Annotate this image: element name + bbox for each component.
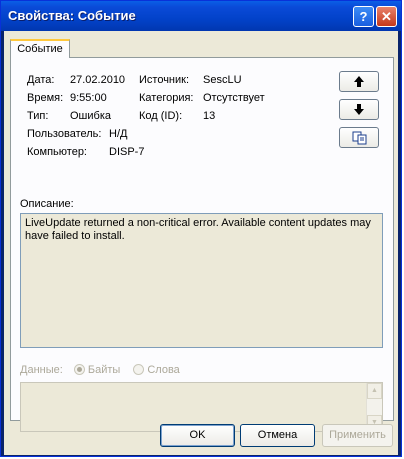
computer-label: Компьютер: — [27, 146, 87, 158]
apply-button[interactable]: Применить — [322, 424, 393, 447]
copy-button[interactable] — [339, 127, 379, 148]
tab-panel-event: Дата: 27.02.2010 Время: 9:55:00 Тип: Оши… — [10, 57, 394, 432]
category-value: Отсутствует — [203, 92, 265, 104]
event-id-label: Код (ID): — [139, 110, 183, 122]
scroll-up-icon[interactable]: ▲ — [367, 383, 382, 399]
ok-button[interactable]: OK — [160, 424, 235, 447]
window-title: Свойства: Событие — [8, 8, 136, 23]
radio-bytes-indicator — [73, 364, 85, 375]
user-label: Пользователь: — [27, 128, 102, 140]
radio-words[interactable]: Слова — [133, 364, 180, 376]
close-button[interactable]: ✕ — [376, 6, 397, 27]
description-label: Описание: — [20, 198, 74, 210]
type-label: Тип: — [27, 110, 49, 122]
date-label: Дата: — [27, 74, 55, 86]
category-label: Категория: — [139, 92, 194, 104]
radio-bytes[interactable]: Байты — [73, 364, 121, 376]
arrow-down-icon — [354, 104, 364, 115]
user-value: Н/Д — [109, 128, 128, 140]
type-value: Ошибка — [70, 110, 111, 122]
next-event-button[interactable] — [339, 99, 379, 120]
radio-words-indicator — [133, 364, 145, 375]
arrow-up-icon — [354, 76, 364, 87]
copy-icon — [352, 131, 367, 145]
source-label: Источник: — [139, 74, 190, 86]
date-value: 27.02.2010 — [70, 74, 126, 86]
source-value: SescLU — [203, 74, 242, 86]
title-bar[interactable]: Свойства: Событие ? ✕ — [1, 1, 401, 31]
description-textbox[interactable]: LiveUpdate returned a non-critical error… — [20, 213, 383, 348]
help-button[interactable]: ? — [353, 6, 374, 27]
time-value: 9:55:00 — [70, 92, 107, 104]
radio-words-label: Слова — [147, 364, 180, 376]
computer-value: DISP-7 — [109, 146, 145, 158]
data-format-row: Данные: Байты Слова — [20, 364, 180, 376]
event-properties-window: Свойства: Событие ? ✕ Событие Дата: 27.0… — [0, 0, 402, 457]
event-id-value: 13 — [203, 110, 216, 122]
tab-event[interactable]: Событие — [10, 39, 70, 58]
data-label: Данные: — [20, 364, 63, 376]
cancel-button[interactable]: Отмена — [240, 424, 315, 447]
time-label: Время: — [27, 92, 64, 104]
previous-event-button[interactable] — [339, 71, 379, 92]
radio-bytes-label: Байты — [87, 364, 121, 376]
dialog-body: Событие Дата: 27.02.2010 Время: 9:55:00 … — [4, 31, 398, 455]
